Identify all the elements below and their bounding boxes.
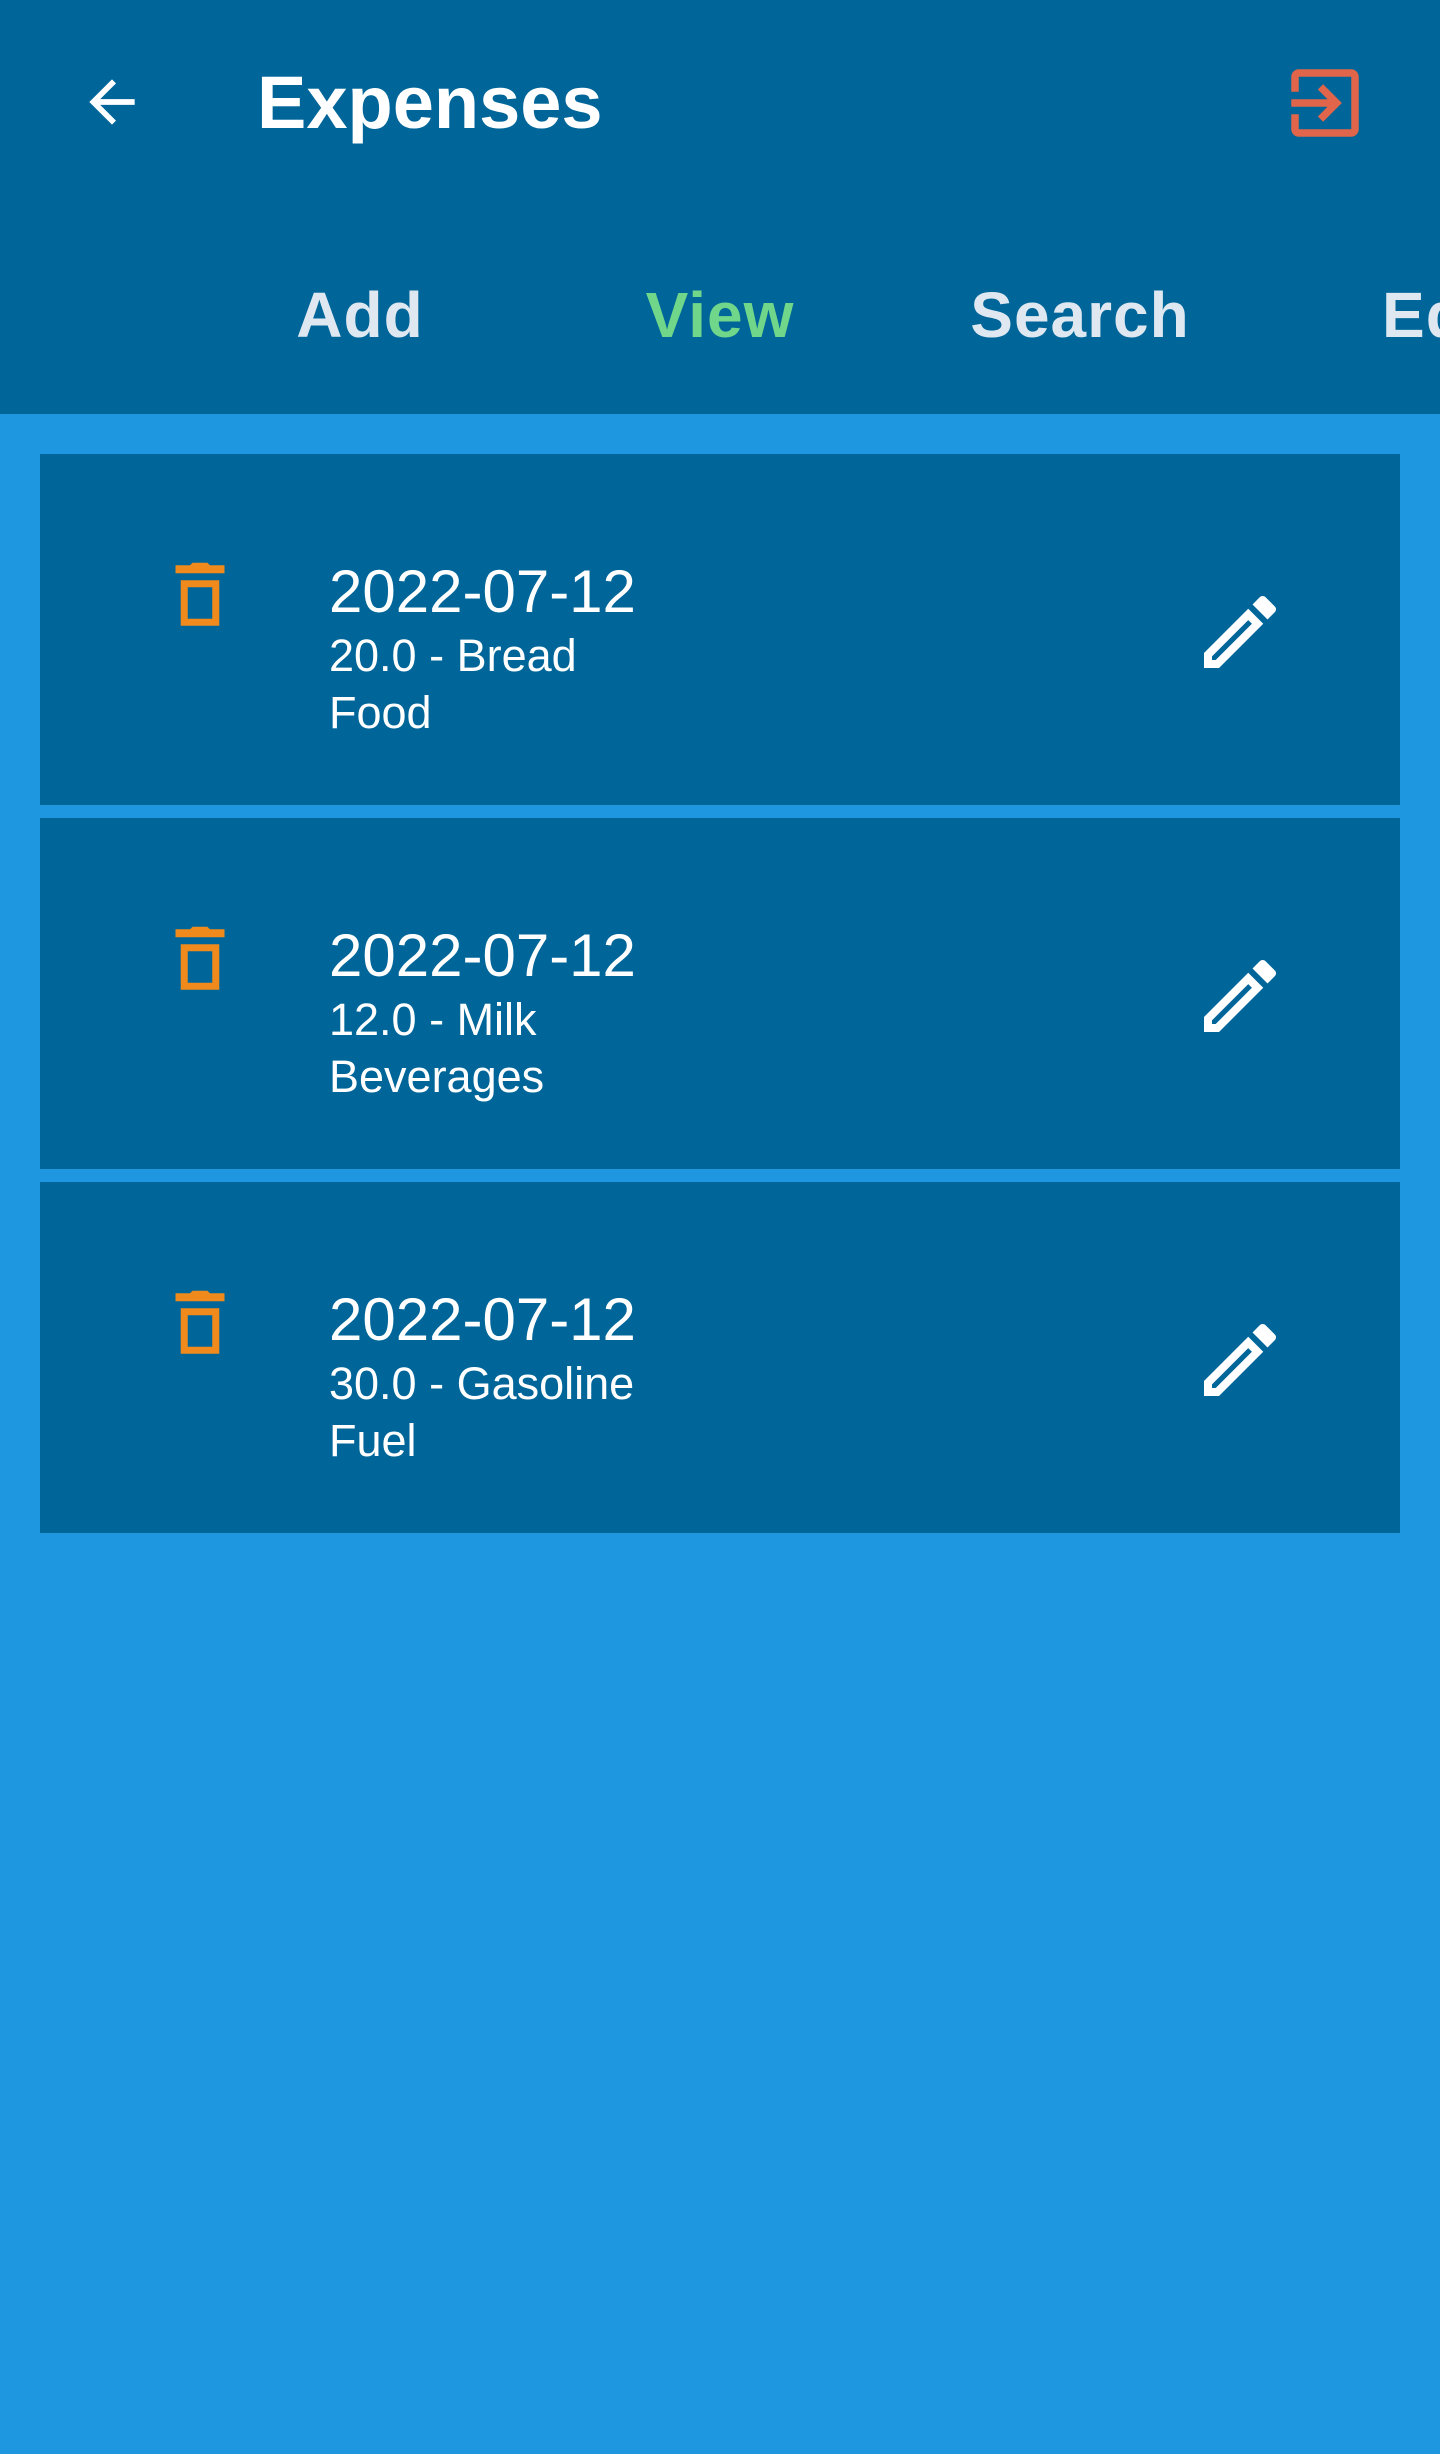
trash-icon bbox=[175, 926, 225, 990]
exit-to-app-icon bbox=[1291, 69, 1359, 137]
expense-amount-description: 12.0 - Milk bbox=[329, 994, 537, 1045]
trash-icon bbox=[175, 562, 225, 626]
delete-button[interactable] bbox=[158, 1282, 242, 1366]
expense-details: 2022-07-12 20.0 - Bread Food bbox=[329, 557, 636, 741]
tab-bar: Add View Search Ed bbox=[0, 260, 1440, 370]
edit-button[interactable] bbox=[1192, 1312, 1288, 1408]
pencil-icon bbox=[1204, 595, 1277, 668]
expense-list: 2022-07-12 20.0 - Bread Food 2022-07-12 … bbox=[40, 454, 1400, 1546]
expense-details: 2022-07-12 12.0 - Milk Beverages bbox=[329, 921, 636, 1105]
tab-view[interactable]: View bbox=[646, 260, 795, 370]
expense-date: 2022-07-12 bbox=[329, 1286, 636, 1353]
pencil-icon bbox=[1204, 1323, 1277, 1396]
back-button[interactable] bbox=[70, 60, 154, 144]
edit-button[interactable] bbox=[1192, 584, 1288, 680]
tab-search[interactable]: Search bbox=[970, 260, 1189, 370]
expense-date: 2022-07-12 bbox=[329, 558, 636, 625]
pencil-icon bbox=[1204, 959, 1277, 1032]
delete-button[interactable] bbox=[158, 554, 242, 638]
expense-category: Food bbox=[329, 687, 432, 738]
expense-card: 2022-07-12 30.0 - Gasoline Fuel bbox=[40, 1182, 1400, 1533]
expense-card: 2022-07-12 20.0 - Bread Food bbox=[40, 454, 1400, 805]
expense-details: 2022-07-12 30.0 - Gasoline Fuel bbox=[329, 1285, 636, 1469]
arrow-left-icon bbox=[89, 79, 135, 125]
delete-button[interactable] bbox=[158, 918, 242, 1002]
expense-category: Beverages bbox=[329, 1051, 545, 1102]
expense-amount-description: 30.0 - Gasoline bbox=[329, 1358, 635, 1409]
expense-category: Fuel bbox=[329, 1415, 417, 1466]
trash-icon bbox=[175, 1290, 225, 1354]
expense-date: 2022-07-12 bbox=[329, 922, 636, 989]
expense-amount-description: 20.0 - Bread bbox=[329, 630, 577, 681]
app-bar: Expenses Add View Search Ed bbox=[0, 0, 1440, 414]
logout-button[interactable] bbox=[1280, 58, 1370, 148]
tab-add[interactable]: Add bbox=[296, 260, 423, 370]
expense-card: 2022-07-12 12.0 - Milk Beverages bbox=[40, 818, 1400, 1169]
page-title: Expenses bbox=[257, 61, 603, 144]
edit-button[interactable] bbox=[1192, 948, 1288, 1044]
tab-edit[interactable]: Ed bbox=[1382, 260, 1440, 370]
